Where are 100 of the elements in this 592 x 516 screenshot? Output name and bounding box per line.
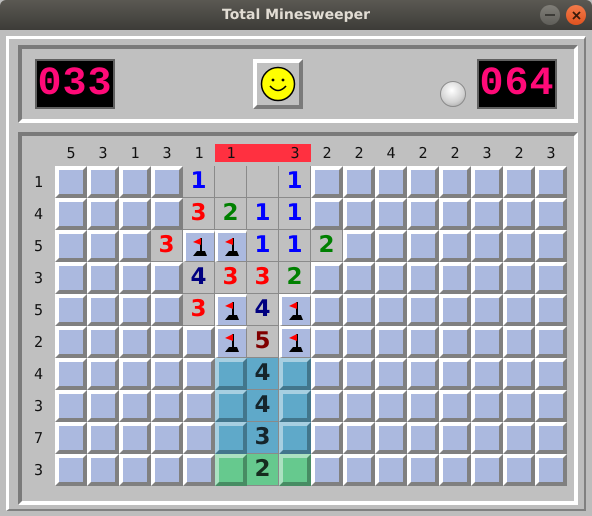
covered-cell[interactable] xyxy=(151,166,183,198)
covered-cell[interactable] xyxy=(183,326,215,358)
covered-cell[interactable] xyxy=(55,294,87,326)
covered-cell[interactable] xyxy=(375,454,407,486)
covered-cell[interactable] xyxy=(343,454,375,486)
flagged-cell[interactable] xyxy=(183,230,215,262)
covered-cell[interactable] xyxy=(439,262,471,294)
covered-cell[interactable] xyxy=(343,230,375,262)
covered-cell[interactable] xyxy=(119,390,151,422)
round-button[interactable] xyxy=(440,81,466,107)
covered-cell[interactable] xyxy=(311,166,343,198)
highlighted-cell[interactable] xyxy=(279,454,311,486)
covered-cell[interactable] xyxy=(151,262,183,294)
covered-cell[interactable] xyxy=(119,326,151,358)
covered-cell[interactable] xyxy=(407,422,439,454)
covered-cell[interactable] xyxy=(503,422,535,454)
flagged-cell[interactable] xyxy=(215,326,247,358)
covered-cell[interactable] xyxy=(375,390,407,422)
covered-cell[interactable] xyxy=(503,358,535,390)
covered-cell[interactable] xyxy=(183,390,215,422)
covered-cell[interactable] xyxy=(55,358,87,390)
covered-cell[interactable] xyxy=(375,294,407,326)
covered-cell[interactable] xyxy=(407,454,439,486)
covered-cell[interactable] xyxy=(87,230,119,262)
covered-cell[interactable] xyxy=(375,326,407,358)
covered-cell[interactable] xyxy=(471,422,503,454)
highlighted-cell[interactable] xyxy=(279,358,311,390)
covered-cell[interactable] xyxy=(183,422,215,454)
covered-cell[interactable] xyxy=(471,198,503,230)
covered-cell[interactable] xyxy=(439,358,471,390)
covered-cell[interactable] xyxy=(55,230,87,262)
covered-cell[interactable] xyxy=(87,454,119,486)
covered-cell[interactable] xyxy=(535,262,567,294)
flagged-cell[interactable] xyxy=(279,294,311,326)
covered-cell[interactable] xyxy=(407,166,439,198)
covered-cell[interactable] xyxy=(311,358,343,390)
covered-cell[interactable] xyxy=(471,166,503,198)
minimize-button[interactable] xyxy=(540,5,560,25)
covered-cell[interactable] xyxy=(407,230,439,262)
covered-cell[interactable] xyxy=(535,454,567,486)
covered-cell[interactable] xyxy=(151,198,183,230)
covered-cell[interactable] xyxy=(535,166,567,198)
covered-cell[interactable] xyxy=(375,358,407,390)
covered-cell[interactable] xyxy=(55,198,87,230)
covered-cell[interactable] xyxy=(343,166,375,198)
covered-cell[interactable] xyxy=(119,262,151,294)
covered-cell[interactable] xyxy=(151,326,183,358)
covered-cell[interactable] xyxy=(151,390,183,422)
covered-cell[interactable] xyxy=(55,422,87,454)
covered-cell[interactable] xyxy=(407,262,439,294)
flagged-cell[interactable] xyxy=(279,326,311,358)
covered-cell[interactable] xyxy=(471,326,503,358)
covered-cell[interactable] xyxy=(87,294,119,326)
covered-cell[interactable] xyxy=(87,198,119,230)
covered-cell[interactable] xyxy=(343,422,375,454)
highlighted-cell[interactable] xyxy=(279,390,311,422)
covered-cell[interactable] xyxy=(503,294,535,326)
covered-cell[interactable] xyxy=(471,454,503,486)
covered-cell[interactable] xyxy=(503,198,535,230)
covered-cell[interactable] xyxy=(407,294,439,326)
covered-cell[interactable] xyxy=(375,422,407,454)
covered-cell[interactable] xyxy=(311,326,343,358)
covered-cell[interactable] xyxy=(535,230,567,262)
covered-cell[interactable] xyxy=(311,454,343,486)
covered-cell[interactable] xyxy=(503,166,535,198)
covered-cell[interactable] xyxy=(55,326,87,358)
covered-cell[interactable] xyxy=(183,454,215,486)
covered-cell[interactable] xyxy=(535,422,567,454)
covered-cell[interactable] xyxy=(311,390,343,422)
covered-cell[interactable] xyxy=(119,230,151,262)
covered-cell[interactable] xyxy=(343,390,375,422)
covered-cell[interactable] xyxy=(87,422,119,454)
close-button[interactable] xyxy=(566,5,586,25)
covered-cell[interactable] xyxy=(535,390,567,422)
covered-cell[interactable] xyxy=(87,262,119,294)
highlighted-cell[interactable] xyxy=(279,422,311,454)
covered-cell[interactable] xyxy=(375,262,407,294)
covered-cell[interactable] xyxy=(439,230,471,262)
smiley-button[interactable] xyxy=(252,59,302,109)
covered-cell[interactable] xyxy=(151,454,183,486)
covered-cell[interactable] xyxy=(407,198,439,230)
covered-cell[interactable] xyxy=(375,230,407,262)
covered-cell[interactable] xyxy=(535,198,567,230)
covered-cell[interactable] xyxy=(151,294,183,326)
covered-cell[interactable] xyxy=(55,454,87,486)
covered-cell[interactable] xyxy=(343,326,375,358)
covered-cell[interactable] xyxy=(311,422,343,454)
covered-cell[interactable] xyxy=(471,358,503,390)
covered-cell[interactable] xyxy=(439,422,471,454)
highlighted-cell[interactable] xyxy=(215,390,247,422)
covered-cell[interactable] xyxy=(119,358,151,390)
covered-cell[interactable] xyxy=(151,422,183,454)
covered-cell[interactable] xyxy=(471,230,503,262)
highlighted-cell[interactable] xyxy=(215,422,247,454)
covered-cell[interactable] xyxy=(119,422,151,454)
covered-cell[interactable] xyxy=(343,262,375,294)
covered-cell[interactable] xyxy=(471,262,503,294)
highlighted-cell[interactable] xyxy=(215,358,247,390)
covered-cell[interactable] xyxy=(439,454,471,486)
flagged-cell[interactable] xyxy=(215,294,247,326)
